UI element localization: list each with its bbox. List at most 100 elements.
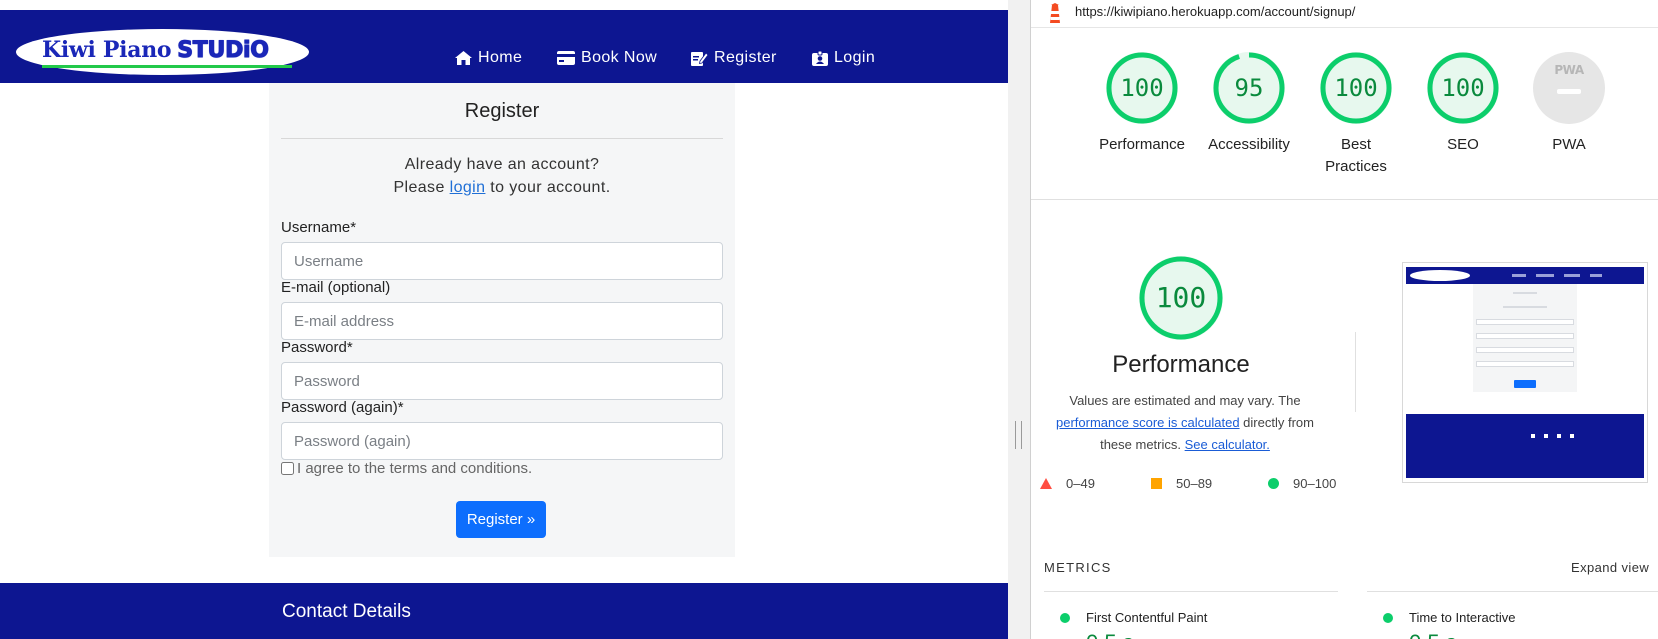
square-icon bbox=[1151, 478, 1162, 489]
logo-main-text: Kiwi Piano bbox=[42, 37, 172, 63]
performance-desc-text-1: Values are estimated and may vary. The bbox=[1069, 393, 1301, 408]
terms-checkbox[interactable] bbox=[281, 462, 294, 475]
gauge-seo-score: 100 bbox=[1441, 74, 1485, 102]
gauge-performance[interactable]: 100 Performance bbox=[1087, 52, 1197, 156]
thumbnail-social bbox=[1531, 434, 1535, 438]
metric-tti-label: Time to Interactive bbox=[1409, 610, 1516, 625]
gauge-seo[interactable]: 100 SEO bbox=[1408, 52, 1518, 156]
metrics-rule-right bbox=[1367, 591, 1658, 592]
metric-fcp-label: First Contentful Paint bbox=[1086, 610, 1208, 625]
login-link[interactable]: login bbox=[450, 179, 486, 196]
thumbnail-register-card bbox=[1473, 284, 1577, 392]
id-badge-icon bbox=[812, 50, 828, 66]
nav-register-label: Register bbox=[714, 49, 777, 66]
thumbnail-nav-item bbox=[1590, 274, 1602, 277]
metric-first-contentful-paint: First Contentful Paint bbox=[1060, 610, 1207, 625]
lighthouse-icon bbox=[1050, 3, 1060, 23]
panel-splitter[interactable] bbox=[1008, 0, 1031, 639]
register-title: Register bbox=[464, 100, 540, 122]
terms-label: I agree to the terms and conditions. bbox=[297, 460, 533, 477]
nav-home-label: Home bbox=[478, 49, 523, 66]
login-prompt: Please login to your account. bbox=[269, 179, 735, 197]
to-account-text: to your account. bbox=[490, 179, 611, 196]
performance-score-large: 100 bbox=[1155, 281, 1207, 314]
register-button[interactable]: Register » bbox=[456, 501, 546, 538]
pass-dot-icon bbox=[1383, 612, 1393, 623]
thumbnail-social bbox=[1557, 434, 1561, 438]
email-input[interactable] bbox=[281, 302, 723, 340]
password-input[interactable] bbox=[281, 362, 723, 400]
thumbnail-logo bbox=[1410, 270, 1470, 281]
metrics-rule-left bbox=[1044, 591, 1338, 592]
legend-fail-range: 0–49 bbox=[1066, 476, 1095, 491]
thumbnail-navbar bbox=[1406, 267, 1644, 284]
thumbnail-line bbox=[1476, 319, 1574, 325]
nav-book-now[interactable]: Book Now bbox=[557, 47, 657, 69]
gauge-performance-label: Performance bbox=[1099, 136, 1185, 153]
username-input[interactable] bbox=[281, 242, 723, 280]
thumbnail-button bbox=[1514, 380, 1536, 388]
gauge-pwa-ring: PWA bbox=[1533, 52, 1605, 124]
logo-text: Kiwi Piano STUDiO bbox=[42, 37, 270, 64]
thumbnail-social bbox=[1570, 434, 1574, 438]
gauge-accessibility-label: Accessibility bbox=[1208, 136, 1290, 153]
gauge-pwa[interactable]: PWA PWA bbox=[1514, 52, 1624, 156]
thumbnail-line bbox=[1476, 333, 1574, 339]
see-calculator-link[interactable]: See calculator. bbox=[1185, 437, 1270, 452]
expand-view-toggle[interactable]: Expand view bbox=[1571, 560, 1649, 575]
splitter-handle[interactable] bbox=[1015, 421, 1022, 449]
nav-login[interactable]: Login bbox=[812, 47, 875, 69]
nav-login-label: Login bbox=[834, 49, 876, 66]
thumbnail-social bbox=[1544, 434, 1548, 438]
metric-time-to-interactive: Time to Interactive bbox=[1383, 610, 1515, 625]
gauge-performance-score: 100 bbox=[1120, 74, 1164, 102]
footer: Contact Details bbox=[0, 583, 1008, 639]
home-icon bbox=[455, 51, 472, 65]
site-logo[interactable]: Kiwi Piano STUDiO bbox=[16, 29, 309, 75]
pass-dot-icon bbox=[1060, 612, 1070, 623]
thumbnail-footer bbox=[1406, 414, 1644, 478]
username-label: Username* bbox=[281, 219, 357, 236]
thumbnail-line bbox=[1476, 347, 1574, 353]
gauge-accessibility[interactable]: 95 Accessibility bbox=[1194, 52, 1304, 156]
password-label: Password* bbox=[281, 339, 353, 356]
navbar: Kiwi Piano STUDiO Home Book Now Register … bbox=[0, 10, 1008, 83]
edit-icon bbox=[691, 51, 708, 66]
metric-fcp-value: 0.5 s bbox=[1086, 630, 1134, 639]
circle-icon bbox=[1268, 478, 1279, 489]
gauge-performance-ring: 100 bbox=[1106, 52, 1178, 124]
gauge-seo-label: SEO bbox=[1447, 136, 1479, 153]
logo-accent-text: STUDiO bbox=[177, 38, 270, 64]
score-calculated-link[interactable]: performance score is calculated bbox=[1056, 415, 1240, 430]
legend-pass: 90–100 bbox=[1268, 476, 1336, 491]
nav-register[interactable]: Register bbox=[691, 47, 777, 69]
pwa-dash-icon bbox=[1557, 89, 1581, 94]
nav-home[interactable]: Home bbox=[455, 47, 522, 69]
thumbnail-line bbox=[1513, 292, 1537, 294]
legend-fail: 0–49 bbox=[1040, 476, 1095, 491]
already-have-account-text: Already have an account? bbox=[404, 156, 600, 173]
legend-average: 50–89 bbox=[1151, 476, 1212, 491]
gauge-best-practices[interactable]: 100 Best Practices bbox=[1301, 52, 1411, 178]
footer-title: Contact Details bbox=[282, 601, 411, 622]
metric-tti-value: 0.5 s bbox=[1409, 630, 1457, 639]
vertical-divider bbox=[1355, 332, 1356, 412]
report-url[interactable]: https://kiwipiano.herokuapp.com/account/… bbox=[1075, 4, 1355, 19]
page-screenshot-thumbnail[interactable] bbox=[1402, 262, 1648, 483]
thumbnail-line bbox=[1476, 361, 1574, 367]
thumbnail-nav-item bbox=[1512, 274, 1526, 277]
thumbnail-nav-item bbox=[1564, 274, 1580, 277]
gauge-best-practices-score: 100 bbox=[1334, 74, 1378, 102]
gauge-best-practices-ring: 100 bbox=[1320, 52, 1392, 124]
performance-gauge-large: 100 bbox=[1139, 256, 1223, 340]
email-label: E-mail (optional) bbox=[281, 279, 391, 296]
legend-average-range: 50–89 bbox=[1176, 476, 1213, 491]
performance-title: Performance bbox=[1112, 351, 1250, 378]
please-text: Please bbox=[393, 179, 445, 196]
password-again-label: Password (again)* bbox=[281, 399, 404, 416]
metrics-title: METRICS bbox=[1044, 560, 1112, 575]
gauge-seo-ring: 100 bbox=[1427, 52, 1499, 124]
gauge-accessibility-score: 95 bbox=[1234, 74, 1264, 102]
password-again-input[interactable] bbox=[281, 422, 723, 460]
website-viewport: Kiwi Piano STUDiO Home Book Now Register … bbox=[0, 0, 1008, 639]
